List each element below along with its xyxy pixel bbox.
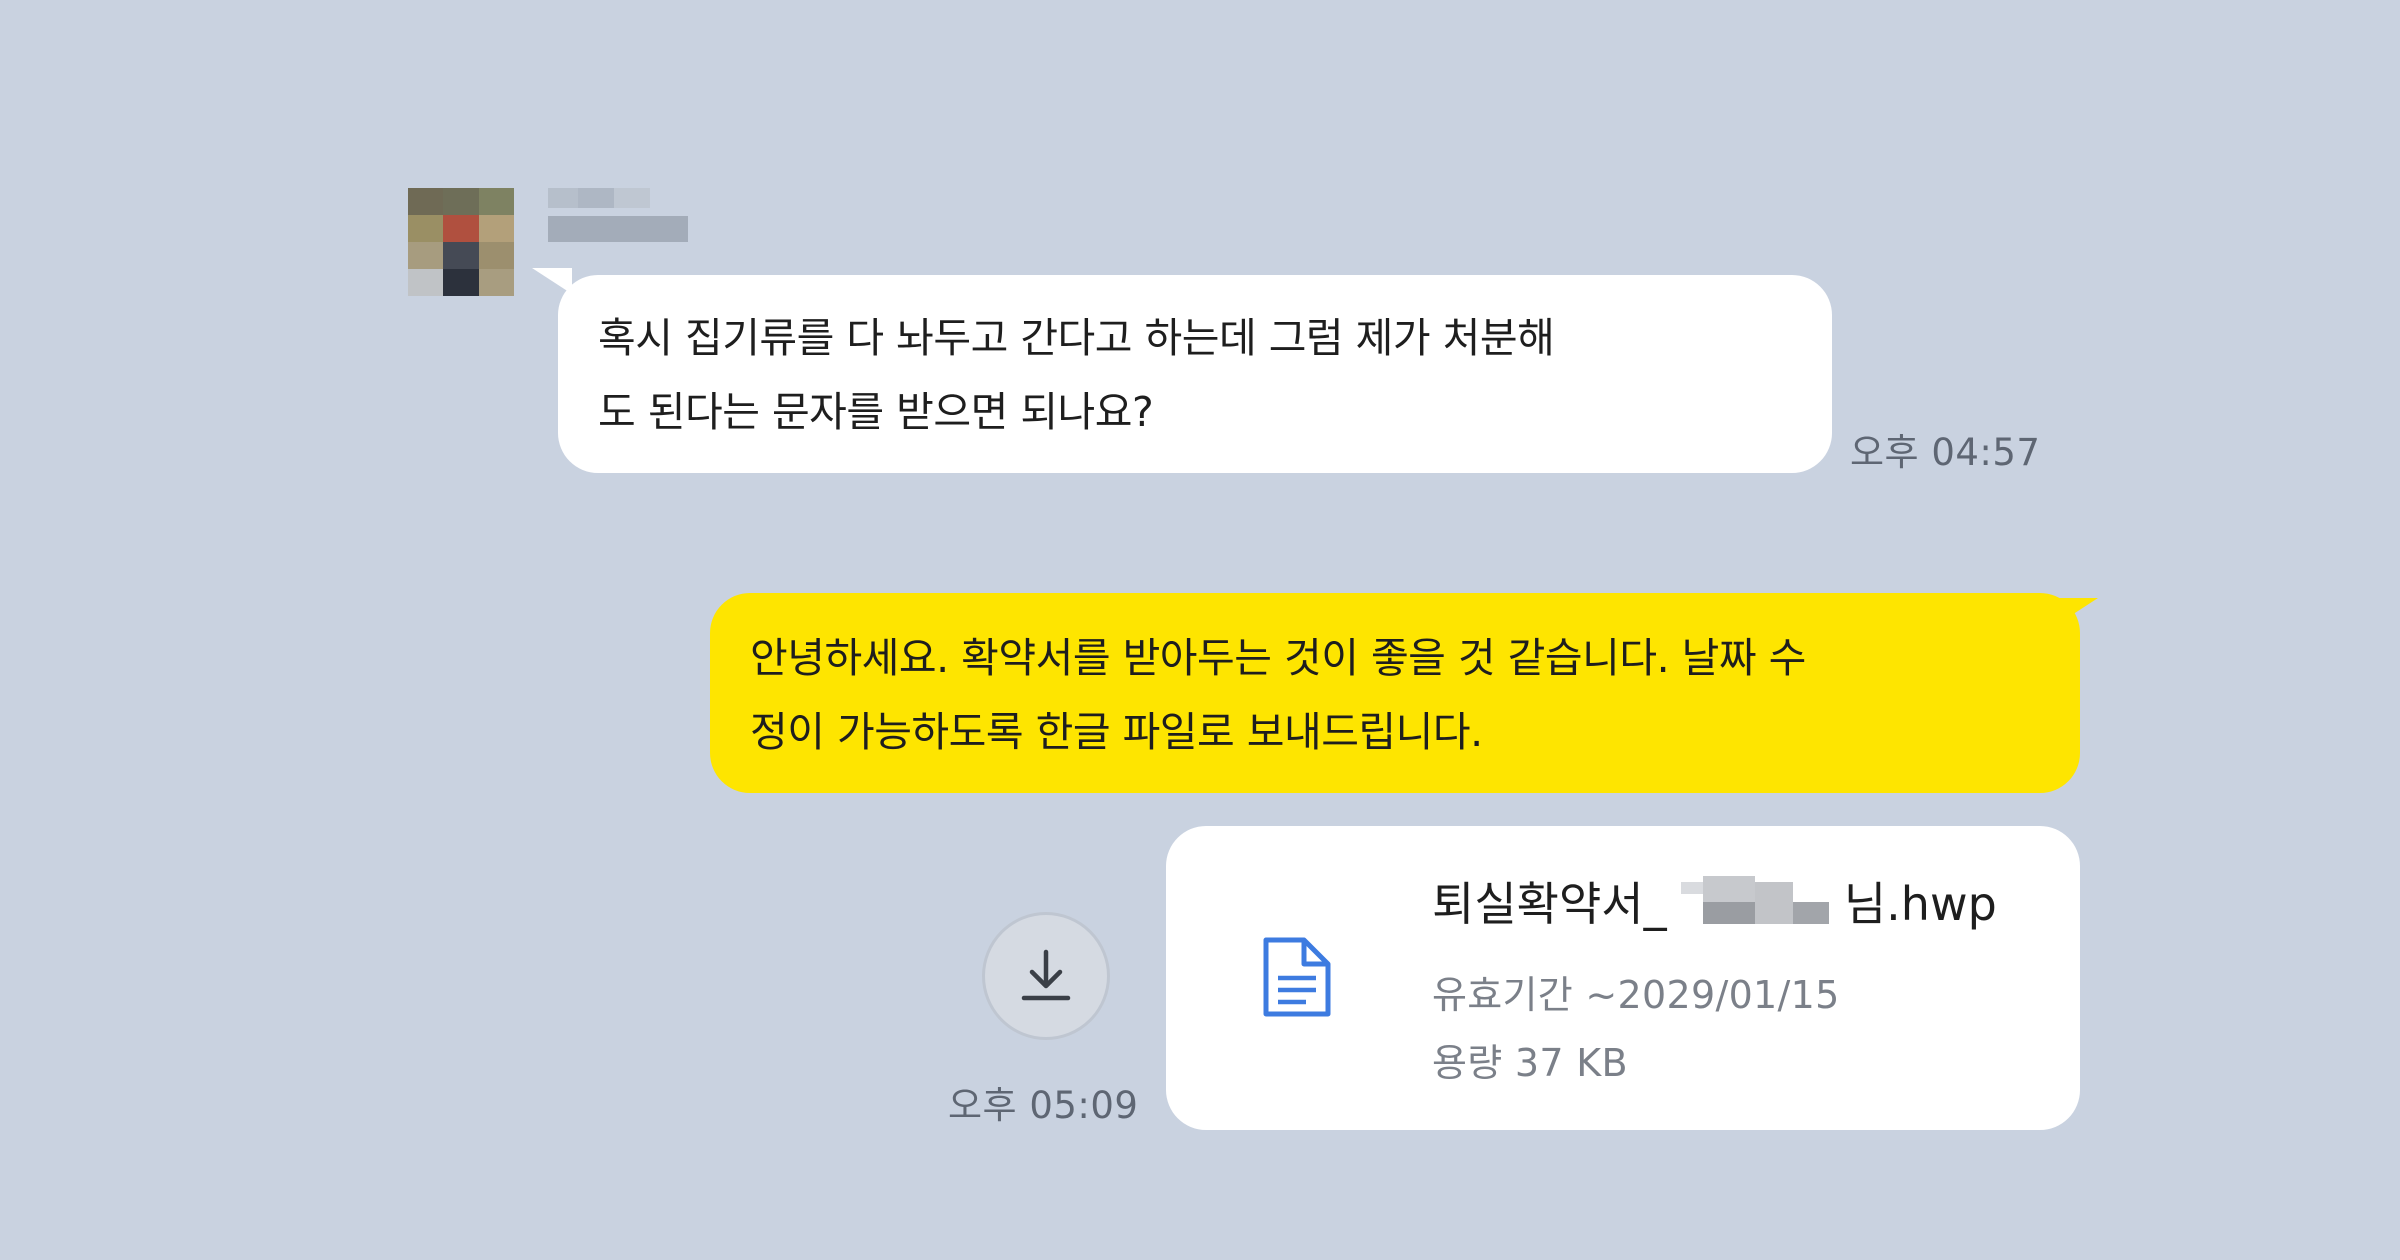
message-line: 도 된다는 문자를 받으면 되나요? [598,388,1154,436]
incoming-message-time: 오후 04:57 [1850,431,2041,474]
download-icon [1021,949,1071,1001]
file-size: 용량 37 KB [1432,1041,1628,1085]
message-line: 정이 가능하도록 한글 파일로 보내드립니다. [750,708,1483,756]
outgoing-message-bubble[interactable]: 안녕하세요. 확약서를 받아두는 것이 좋을 것 같습니다. 날짜 수 정이 가… [710,593,2080,793]
download-button[interactable] [982,912,1110,1040]
incoming-message-bubble[interactable]: 혹시 집기류를 다 놔두고 간다고 하는데 그럼 제가 처분해 도 된다는 문자… [558,275,1832,473]
file-expiry: 유효기간 ~2029/01/15 [1432,973,1840,1017]
file-name-redacted [1681,876,1830,930]
document-icon [1260,936,1334,1018]
sender-name-redacted [548,186,688,244]
message-line: 혹시 집기류를 다 놔두고 간다고 하는데 그럼 제가 처분해 [598,314,1555,362]
file-name-prefix: 퇴실확약서_ [1432,877,1667,931]
outgoing-message-time: 오후 05:09 [948,1084,1139,1127]
file-name[interactable]: 퇴실확약서_ 님.hwp [1432,868,1997,934]
sender-avatar[interactable] [408,188,514,296]
message-line: 안녕하세요. 확약서를 받아두는 것이 좋을 것 같습니다. 날짜 수 [750,634,1806,682]
file-name-suffix: 님.hwp [1843,877,1997,931]
